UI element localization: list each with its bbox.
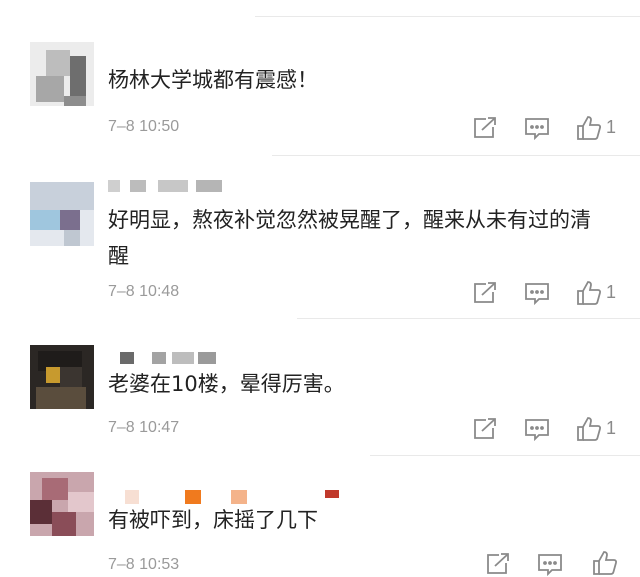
share-icon[interactable]: [473, 282, 497, 304]
comment-time: 7–8 10:48: [108, 283, 180, 300]
comment-divider: [297, 318, 640, 319]
thumbs-up-icon[interactable]: [576, 416, 602, 442]
share-icon[interactable]: [473, 117, 497, 139]
like-count: 1: [606, 418, 617, 438]
comment-time: 7–8 10:47: [108, 419, 180, 436]
comment-time: 7–8 10:50: [108, 118, 180, 135]
comment-icon[interactable]: [537, 553, 563, 577]
avatar[interactable]: [30, 182, 94, 246]
comment-text: 好明显，熬夜补觉忽然被晃醒了，醒来从未有过的清醒: [108, 208, 591, 268]
username: [108, 180, 228, 192]
comment-text: 老婆在10楼，晕得厉害。: [108, 372, 345, 396]
share-icon[interactable]: [486, 553, 510, 575]
comment-divider: [272, 155, 640, 156]
username: [120, 352, 220, 364]
comment-icon[interactable]: [524, 117, 550, 141]
avatar[interactable]: [30, 42, 94, 106]
comment-icon[interactable]: [524, 282, 550, 306]
comment-icon[interactable]: [524, 418, 550, 442]
thumbs-up-icon[interactable]: [592, 550, 618, 576]
thumbs-up-icon[interactable]: [576, 280, 602, 306]
comment-text: 有被吓到，床摇了几下: [108, 508, 318, 532]
comment-divider: [370, 455, 640, 456]
comment-time: 7–8 10:53: [108, 556, 180, 573]
avatar[interactable]: [30, 345, 94, 409]
avatar[interactable]: [30, 472, 94, 536]
like-count: 1: [606, 282, 617, 302]
share-icon[interactable]: [473, 418, 497, 440]
thumbs-up-icon[interactable]: [576, 115, 602, 141]
top-divider: [255, 16, 640, 17]
comment-text: 杨林大学城都有震感！: [108, 68, 318, 92]
like-count: 1: [606, 117, 617, 137]
